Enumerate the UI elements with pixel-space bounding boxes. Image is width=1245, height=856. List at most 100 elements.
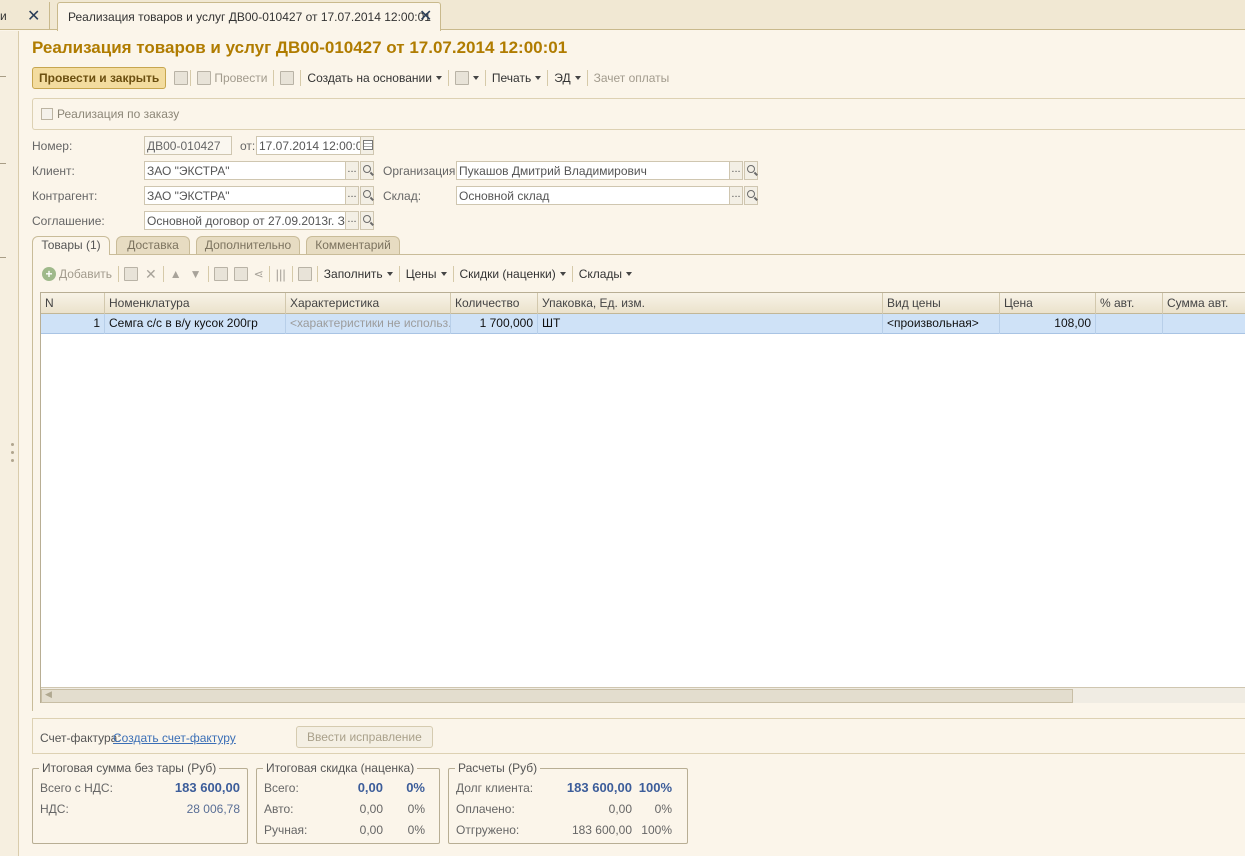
left-sidebar	[0, 31, 19, 856]
counterparty-open-button[interactable]	[360, 186, 374, 205]
close-icon[interactable]: ✕	[27, 9, 40, 25]
splitter-grip[interactable]	[11, 459, 14, 462]
cell-unit[interactable]: ШТ	[538, 314, 883, 334]
organization-select-button[interactable]: ...	[729, 161, 743, 180]
column-header-quantity[interactable]: Количество	[451, 293, 538, 314]
cell-item[interactable]: Семга с/с в в/у кусок 200гр	[105, 314, 286, 334]
cell-auto-pct[interactable]	[1096, 314, 1163, 334]
fill-dropdown[interactable]: Заполнить	[320, 263, 397, 285]
related-documents-dropdown[interactable]	[451, 67, 483, 89]
save-icon[interactable]	[174, 71, 189, 85]
column-header-unit[interactable]: Упаковка, Ед. изм.	[538, 293, 883, 314]
agreement-select-button[interactable]: ...	[345, 211, 359, 230]
discount-group: Итоговая скидка (наценка) Всего: 0,00 0%…	[256, 761, 440, 844]
fill-label: Заполнить	[323, 267, 383, 281]
paste-icon[interactable]	[233, 267, 248, 281]
agreement-field[interactable]: Основной договор от 27.09.2013г. ЗАО	[144, 211, 346, 230]
print-dropdown[interactable]: Печать	[488, 67, 545, 89]
tab-current-label: Реализация товаров и услуг ДВ00-010427 о…	[68, 10, 431, 24]
prices-dropdown[interactable]: Цены	[402, 263, 451, 285]
client-field[interactable]: ЗАО "ЭКСТРА"	[144, 161, 346, 180]
separator	[398, 266, 400, 282]
counterparty-select-button[interactable]: ...	[345, 186, 359, 205]
column-header-auto-pct[interactable]: % авт.	[1096, 293, 1163, 314]
client-select-button[interactable]: ...	[345, 161, 359, 180]
cell-n[interactable]: 1	[41, 314, 105, 334]
separator	[291, 266, 293, 282]
tab-additional[interactable]: Дополнительно	[196, 236, 300, 254]
calendar-button[interactable]	[360, 136, 374, 155]
agreement-open-button[interactable]	[360, 211, 374, 230]
copy-row-icon[interactable]	[124, 267, 139, 281]
enter-correction-button[interactable]: Ввести исправление	[296, 726, 433, 748]
payment-offset-button[interactable]: Зачет оплаты	[590, 67, 674, 89]
column-header-n[interactable]: N	[41, 293, 105, 314]
goods-table[interactable]: N Номенклатура Характеристика Количество…	[40, 292, 1245, 703]
discounts-dropdown[interactable]: Скидки (наценки)	[456, 263, 570, 285]
ed-label: ЭД	[554, 71, 571, 85]
tab-goods[interactable]: Товары (1)	[32, 236, 110, 255]
share-icon[interactable]: ⋖	[254, 267, 264, 281]
warehouses-dropdown[interactable]: Склады	[575, 263, 636, 285]
discount-legend: Итоговая скидка (наценка)	[263, 761, 418, 775]
warehouse-open-button[interactable]	[744, 186, 758, 205]
ed-dropdown[interactable]: ЭД	[550, 67, 584, 89]
tab-previous[interactable]: и ✕	[0, 2, 50, 30]
scrollbar-thumb[interactable]	[41, 689, 1073, 703]
settlements-group: Расчеты (Руб) Долг клиента: 183 600,00 1…	[448, 761, 688, 844]
warehouse-select-button[interactable]: ...	[729, 186, 743, 205]
splitter-grip[interactable]	[11, 451, 14, 454]
sidebar-tick	[0, 76, 6, 77]
client-debt-pct: 100%	[638, 780, 672, 795]
table-row[interactable]: 1 Семга с/с в в/у кусок 200гр <характери…	[41, 314, 1245, 334]
shipped-pct: 100%	[641, 823, 672, 837]
tab-delivery[interactable]: Доставка	[116, 236, 190, 254]
separator	[452, 266, 454, 282]
move-up-icon[interactable]: ▲	[170, 267, 182, 281]
client-debt-value: 183 600,00	[566, 780, 632, 795]
move-down-icon[interactable]: ▼	[190, 267, 202, 281]
column-header-auto-sum[interactable]: Сумма авт.	[1163, 293, 1245, 314]
organization-open-button[interactable]	[744, 161, 758, 180]
barcode-icon[interactable]: |||	[276, 267, 286, 282]
create-based-on-dropdown[interactable]: Создать на основании	[303, 67, 446, 89]
client-open-button[interactable]	[360, 161, 374, 180]
shipped-value: 183 600,00	[571, 823, 632, 837]
vat-label: НДС:	[40, 802, 69, 816]
tab-current-document[interactable]: Реализация товаров и услуг ДВ00-010427 о…	[57, 2, 441, 31]
chevron-down-icon	[435, 76, 442, 80]
chevron-down-icon	[574, 76, 581, 80]
print-label: Печать	[491, 71, 532, 85]
by-order-checkbox[interactable]	[41, 108, 53, 120]
splitter-grip[interactable]	[11, 443, 14, 446]
warehouse-field[interactable]: Основной склад	[456, 186, 730, 205]
command-bar: Провести и закрыть Провести Создать на о…	[32, 67, 673, 89]
post-button[interactable]: Провести	[193, 67, 271, 89]
scroll-left-icon[interactable]: ◀	[45, 689, 52, 700]
close-icon[interactable]: ✕	[419, 9, 432, 25]
copy-icon[interactable]	[213, 267, 228, 281]
chevron-down-icon	[440, 272, 447, 276]
organization-field[interactable]: Пукашов Дмитрий Владимирович	[456, 161, 730, 180]
create-invoice-link[interactable]: Создать счет-фактуру	[113, 731, 236, 745]
delete-icon[interactable]: ✕	[145, 266, 157, 283]
horizontal-scrollbar[interactable]: ◀	[41, 687, 1245, 703]
number-field[interactable]: ДВ00-010427	[144, 136, 232, 155]
date-field[interactable]: 17.07.2014 12:00:01	[256, 136, 361, 155]
column-header-characteristic[interactable]: Характеристика	[286, 293, 451, 314]
cell-price-type[interactable]: <произвольная>	[883, 314, 1000, 334]
column-header-price-type[interactable]: Вид цены	[883, 293, 1000, 314]
post-and-close-button[interactable]: Провести и закрыть	[32, 67, 167, 89]
pick-items-icon[interactable]	[297, 267, 312, 281]
document-icon[interactable]	[280, 71, 295, 85]
total-vat-value: 183 600,00	[174, 780, 240, 795]
add-row-button[interactable]: + Добавить	[42, 263, 116, 285]
column-header-price[interactable]: Цена	[1000, 293, 1096, 314]
cell-price[interactable]: 108,00	[1000, 314, 1096, 334]
cell-characteristic[interactable]: <характеристики не использ...	[286, 314, 451, 334]
counterparty-field[interactable]: ЗАО "ЭКСТРА"	[144, 186, 346, 205]
column-header-item[interactable]: Номенклатура	[105, 293, 286, 314]
cell-quantity[interactable]: 1 700,000	[451, 314, 538, 334]
cell-auto-sum[interactable]	[1163, 314, 1245, 334]
tab-comment[interactable]: Комментарий	[306, 236, 400, 254]
